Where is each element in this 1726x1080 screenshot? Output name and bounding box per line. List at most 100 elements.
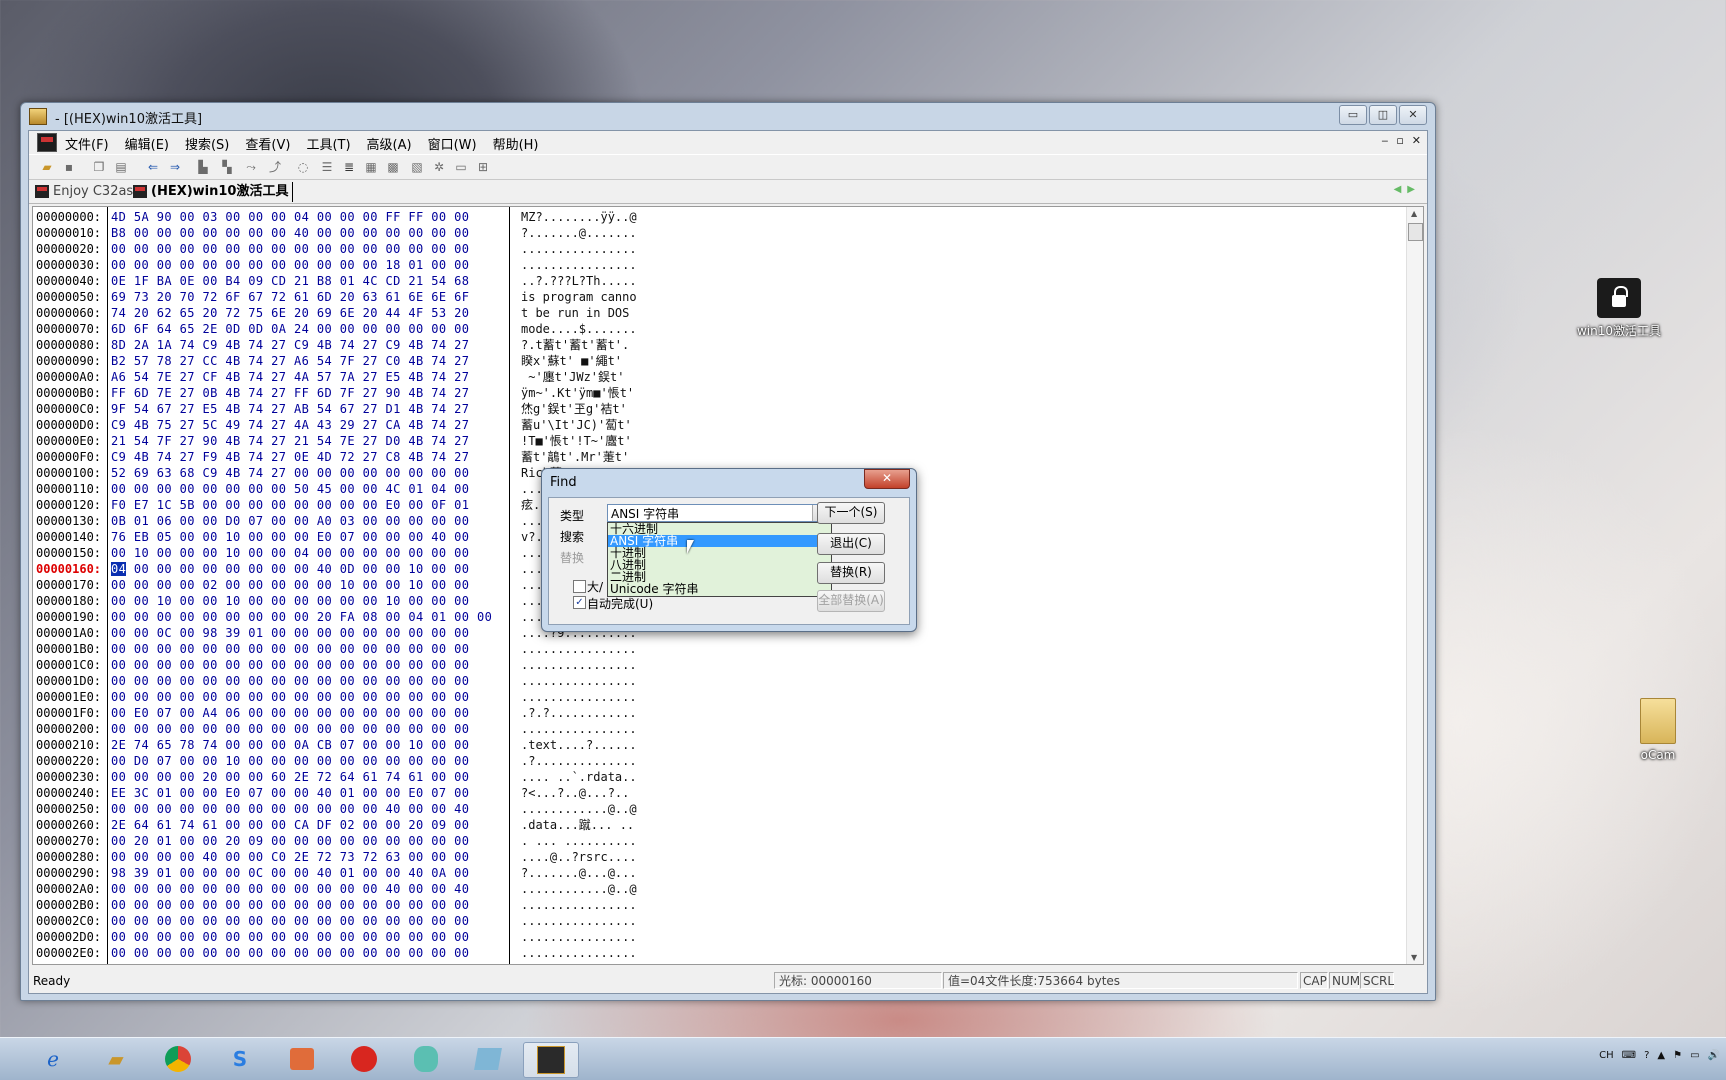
- row-hex-bytes[interactable]: FF 6D 7E 27 0B 4B 74 27 FF 6D 7F 27 90 4…: [111, 385, 469, 401]
- row-hex-bytes[interactable]: 00 00 00 00 00 00 00 00 00 00 00 00 00 0…: [111, 721, 469, 737]
- autocomplete-checkbox[interactable]: ✓: [573, 596, 586, 609]
- network-icon[interactable]: ▭: [1690, 1050, 1699, 1061]
- tray-expand-icon[interactable]: ▲: [1657, 1050, 1665, 1061]
- row-hex-bytes[interactable]: A6 54 7E 27 CF 4B 74 27 4A 57 7A 27 E5 4…: [111, 369, 469, 385]
- desktop-icon-ocam[interactable]: oCam: [1626, 698, 1690, 762]
- type-dropdown-list[interactable]: 十六进制 ANSI 字符串 十进制 八进制 二进制 Unicode 字符串: [607, 522, 832, 597]
- tool-12-icon[interactable]: ▭: [453, 159, 469, 175]
- tab-scroll-arrows[interactable]: ◀▶: [1394, 184, 1421, 195]
- vertical-scrollbar[interactable]: ▲ ▼: [1406, 207, 1423, 964]
- save-icon[interactable]: ▪: [61, 159, 77, 175]
- row-hex-bytes[interactable]: 0E 1F BA 0E 00 B4 09 CD 21 B8 01 4C CD 2…: [111, 273, 469, 289]
- mdi-restore-button[interactable]: ▫: [1396, 134, 1403, 147]
- tool-8-icon[interactable]: ▦: [363, 159, 379, 175]
- image-viewer-icon[interactable]: [275, 1042, 329, 1076]
- menu-file[interactable]: 文件(F): [65, 134, 109, 153]
- app-logo-icon[interactable]: [37, 133, 57, 152]
- row-hex-bytes[interactable]: 00 20 01 00 00 20 09 00 00 00 00 00 00 0…: [111, 833, 469, 849]
- row-hex-bytes[interactable]: 9F 54 67 27 E5 4B 74 27 AB 54 67 27 D1 4…: [111, 401, 469, 417]
- tool-9-icon[interactable]: ▩: [385, 159, 401, 175]
- menu-view[interactable]: 查看(V): [245, 134, 290, 153]
- menu-edit[interactable]: 编辑(E): [125, 134, 169, 153]
- row-hex-bytes[interactable]: 00 00 10 00 00 10 00 00 00 00 00 00 10 0…: [111, 593, 469, 609]
- row-hex-bytes[interactable]: 4D 5A 90 00 03 00 00 00 04 00 00 00 FF F…: [111, 209, 469, 225]
- ime-indicator[interactable]: CH: [1599, 1050, 1614, 1061]
- row-hex-bytes[interactable]: 76 EB 05 00 00 10 00 00 00 E0 07 00 00 0…: [111, 529, 469, 545]
- sogou-icon[interactable]: S: [213, 1042, 267, 1076]
- row-hex-bytes[interactable]: 52 69 63 68 C9 4B 74 27 00 00 00 00 00 0…: [111, 465, 469, 481]
- row-hex-bytes[interactable]: 00 00 00 00 00 00 00 00 00 00 00 00 00 0…: [111, 913, 469, 929]
- scroll-down-icon[interactable]: ▼: [1411, 953, 1417, 962]
- replace-all-button[interactable]: 全部替换(A): [817, 590, 885, 612]
- desktop-icon-win10-activator[interactable]: win10激活工具: [1574, 278, 1664, 339]
- forward-arrow-icon[interactable]: ⇒: [167, 159, 183, 175]
- tool-1-icon[interactable]: ▙: [195, 159, 211, 175]
- volume-icon[interactable]: 🔊: [1708, 1050, 1720, 1061]
- row-hex-bytes[interactable]: 74 20 62 65 20 72 75 6E 20 69 6E 20 44 4…: [111, 305, 469, 321]
- menu-tools[interactable]: 工具(T): [306, 134, 350, 153]
- tool-4-icon[interactable]: ⤴: [267, 159, 283, 175]
- row-hex-bytes[interactable]: 00 00 00 00 00 00 00 00 00 00 00 00 18 0…: [111, 257, 469, 273]
- selected-byte[interactable]: 04: [111, 562, 127, 576]
- row-hex-bytes[interactable]: 00 00 00 00 00 00 00 00 00 00 00 00 00 0…: [111, 241, 469, 257]
- row-hex-bytes[interactable]: 00 00 00 00 00 00 00 00 00 00 00 00 00 0…: [111, 641, 469, 657]
- row-hex-bytes[interactable]: C9 4B 75 27 5C 49 74 27 4A 43 29 27 CA 4…: [111, 417, 469, 433]
- case-checkbox[interactable]: [573, 580, 586, 593]
- row-hex-bytes[interactable]: B2 57 78 27 CC 4B 74 27 A6 54 7F 27 C0 4…: [111, 353, 469, 369]
- scroll-thumb[interactable]: [1408, 223, 1423, 241]
- row-hex-bytes[interactable]: 98 39 01 00 00 00 0C 00 00 40 01 00 00 4…: [111, 865, 469, 881]
- menu-help[interactable]: 帮助(H): [493, 134, 539, 153]
- title-bar[interactable]: - [(HEX)win10激活工具] ▭ ◫ ✕: [21, 103, 1435, 129]
- c32asm-icon[interactable]: [523, 1042, 579, 1078]
- tool-10-icon[interactable]: ▧: [409, 159, 425, 175]
- type-select[interactable]: ANSI 字符串 ▼: [607, 504, 830, 522]
- netease-music-icon[interactable]: [337, 1042, 391, 1076]
- tool-13-icon[interactable]: ⊞: [475, 159, 491, 175]
- dialog-close-button[interactable]: ✕: [864, 469, 910, 489]
- tool-5-icon[interactable]: ◌: [295, 159, 311, 175]
- mdi-minimize-button[interactable]: ‒: [1381, 134, 1388, 147]
- row-hex-bytes[interactable]: 00 00 00 00 02 00 00 00 00 00 10 00 00 1…: [111, 577, 469, 593]
- row-hex-bytes[interactable]: 00 00 00 00 20 00 00 60 2E 72 64 61 74 6…: [111, 769, 469, 785]
- exit-button[interactable]: 退出(C): [817, 533, 885, 555]
- mdi-close-button[interactable]: ✕: [1412, 134, 1421, 147]
- row-hex-bytes[interactable]: 00 E0 07 00 A4 06 00 00 00 00 00 00 00 0…: [111, 705, 469, 721]
- row-hex-bytes[interactable]: 00 00 00 00 00 00 00 00 00 00 00 00 40 0…: [111, 881, 469, 897]
- internet-explorer-icon[interactable]: ℯ: [26, 1042, 80, 1076]
- notebook-icon[interactable]: [461, 1042, 515, 1076]
- scroll-up-icon[interactable]: ▲: [1411, 209, 1417, 218]
- tool-11-icon[interactable]: ✲: [431, 159, 447, 175]
- copy-icon[interactable]: ❐: [91, 159, 107, 175]
- row-hex-bytes[interactable]: EE 3C 01 00 00 E0 07 00 00 40 01 00 00 E…: [111, 785, 469, 801]
- row-hex-bytes[interactable]: 69 73 20 70 72 6F 67 72 61 6D 20 63 61 6…: [111, 289, 469, 305]
- tool-2-icon[interactable]: ▚: [219, 159, 235, 175]
- row-hex-bytes[interactable]: 8D 2A 1A 74 C9 4B 74 27 C9 4B 74 27 C9 4…: [111, 337, 469, 353]
- row-hex-bytes[interactable]: 00 00 00 00 00 00 00 00 00 20 FA 08 00 0…: [111, 609, 492, 625]
- tool-3-icon[interactable]: ⤳: [243, 159, 259, 175]
- row-hex-bytes[interactable]: 6D 6F 64 65 2E 0D 0D 0A 24 00 00 00 00 0…: [111, 321, 469, 337]
- paste-icon[interactable]: ▤: [113, 159, 129, 175]
- row-hex-bytes[interactable]: 00 00 00 00 00 00 00 00 00 00 00 00 00 0…: [111, 945, 469, 961]
- find-next-button[interactable]: 下一个(S): [817, 502, 885, 524]
- row-hex-bytes[interactable]: B8 00 00 00 00 00 00 00 40 00 00 00 00 0…: [111, 225, 469, 241]
- option-unicode-string[interactable]: Unicode 字符串: [608, 583, 831, 595]
- row-hex-bytes[interactable]: 00 00 00 00 00 00 00 00 00 00 00 00 00 0…: [111, 929, 469, 945]
- row-hex-bytes[interactable]: 00 00 00 00 00 00 00 00 00 00 00 00 00 0…: [111, 657, 469, 673]
- maximize-button[interactable]: ◫: [1369, 105, 1397, 125]
- file-explorer-icon[interactable]: ▰: [89, 1042, 143, 1076]
- row-hex-bytes[interactable]: 00 00 00 00 00 00 00 00 00 00 00 00 00 0…: [111, 673, 469, 689]
- menu-search[interactable]: 搜索(S): [185, 134, 229, 153]
- row-hex-bytes[interactable]: 04 00 00 00 00 00 00 00 00 40 0D 00 00 1…: [111, 561, 469, 577]
- keyboard-icon[interactable]: ⌨: [1622, 1050, 1636, 1061]
- close-button[interactable]: ✕: [1399, 105, 1427, 125]
- tool-7-icon[interactable]: ≣: [341, 159, 357, 175]
- row-hex-bytes[interactable]: 2E 74 65 78 74 00 00 00 0A CB 07 00 00 1…: [111, 737, 469, 753]
- row-hex-bytes[interactable]: 00 10 00 00 00 10 00 00 04 00 00 00 00 0…: [111, 545, 469, 561]
- row-hex-bytes[interactable]: F0 E7 1C 5B 00 00 00 00 00 00 00 00 E0 0…: [111, 497, 469, 513]
- tab-hex-win10[interactable]: (HEX)win10激活工具: [131, 182, 294, 202]
- row-hex-bytes[interactable]: 00 00 00 00 40 00 00 C0 2E 72 73 72 63 0…: [111, 849, 469, 865]
- tool-6-icon[interactable]: ☰: [319, 159, 335, 175]
- help-icon[interactable]: ?: [1644, 1050, 1649, 1061]
- row-hex-bytes[interactable]: 0B 01 06 00 00 D0 07 00 00 A0 03 00 00 0…: [111, 513, 469, 529]
- back-arrow-icon[interactable]: ⇐: [145, 159, 161, 175]
